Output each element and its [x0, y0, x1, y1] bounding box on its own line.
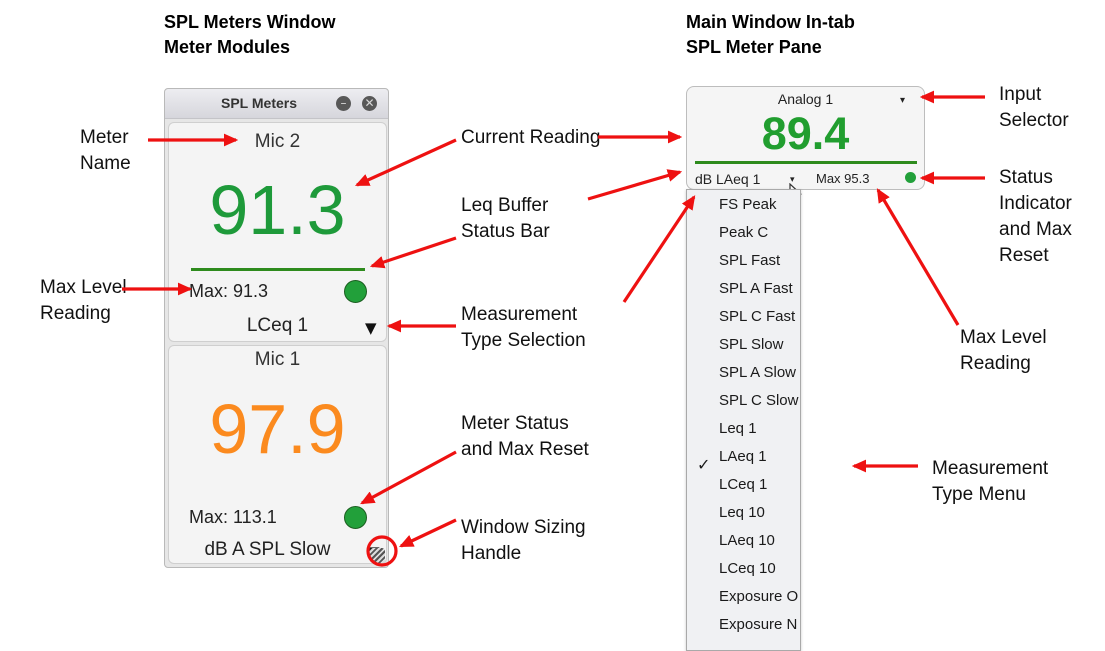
callout-input-selector: Input Selector	[999, 82, 1069, 134]
callout-line: Selector	[999, 110, 1069, 131]
callout-line: Max Level	[40, 277, 127, 298]
callout-line: Type Menu	[932, 484, 1026, 505]
measurement-type-menu: ✓ FS Peak Peak C SPL Fast SPL A Fast SPL…	[686, 189, 801, 651]
callout-line: Handle	[461, 543, 522, 564]
current-reading: 97.9	[209, 390, 346, 468]
callout-status-indicator: Status Indicator and Max Reset	[999, 165, 1072, 269]
callout-window-sizing: Window Sizing Handle	[461, 515, 586, 567]
callout-line: Reading	[40, 303, 111, 324]
leq-buffer-status-bar	[191, 268, 365, 271]
meter-name: Mic 1	[254, 349, 301, 370]
menu-item[interactable]: SPL C Fast	[719, 308, 795, 325]
max-level-reading: Max 95.3	[816, 171, 870, 186]
arrow-window-sizing	[398, 518, 457, 548]
menu-item[interactable]: LCeq 1	[719, 476, 767, 493]
meter-name: Mic 2	[254, 131, 301, 152]
menu-item[interactable]: Exposure N	[719, 616, 797, 633]
heading-line: Main Window In-tab	[686, 12, 855, 32]
max-level-reading: Max: 91.3	[189, 281, 269, 301]
callout-line: Window Sizing	[461, 517, 586, 538]
menu-item[interactable]: SPL C Slow	[719, 392, 798, 409]
measurement-type-selector[interactable]: LCeq 1	[169, 315, 386, 337]
meter-module: Mic 1 97.9 Max: 113.1 dB A SPL Slow ▼	[168, 345, 387, 564]
status-indicator-button[interactable]	[344, 506, 367, 529]
menu-item[interactable]: SPL A Slow	[719, 364, 796, 381]
callout-meter-status: Meter Status and Max Reset	[461, 411, 589, 463]
menu-item[interactable]: LCeq 10	[719, 560, 776, 577]
current-reading: 91.3	[209, 171, 346, 249]
callout-line: Max Level	[960, 327, 1047, 348]
arrow-max-level-right	[876, 188, 960, 326]
status-indicator-button[interactable]	[905, 172, 916, 183]
menu-item[interactable]: Peak C	[719, 224, 768, 241]
chevron-down-icon[interactable]: ▾	[900, 95, 905, 106]
callout-line: Input	[999, 84, 1042, 105]
max-level-reading: Max: 113.1	[189, 507, 277, 527]
meter-module: Mic 2 91.3 Max: 91.3 LCeq 1 ▼	[168, 122, 387, 342]
callout-line: Measurement	[932, 458, 1049, 479]
close-icon[interactable]: ✕	[362, 96, 377, 111]
arrow-measurement-type-selection-pane	[622, 195, 696, 303]
heading-line: Meter Modules	[164, 37, 291, 57]
heading-spl-meters-window: SPL Meters Window Meter Modules	[164, 10, 336, 60]
callout-measurement-type-selection: Measurement Type Selection	[461, 302, 586, 354]
callout-leq-buffer: Leq Buffer Status Bar	[461, 193, 550, 245]
window-titlebar[interactable]: SPL Meters – ✕	[165, 89, 388, 119]
callout-line: Measurement	[461, 304, 578, 325]
measurement-type-selector[interactable]: dB LAeq 1	[695, 171, 760, 187]
leq-buffer-status-bar	[695, 161, 917, 164]
callout-current-reading: Current Reading	[461, 125, 600, 151]
callout-meter-name: Meter Name	[80, 125, 131, 177]
callout-line: Reading	[960, 353, 1031, 374]
callout-line: Type Selection	[461, 330, 586, 351]
arrow-leq-buffer-pane	[587, 169, 683, 201]
menu-item[interactable]: LAeq 1	[719, 448, 767, 465]
callout-line: Reset	[999, 245, 1049, 266]
heading-line: SPL Meter Pane	[686, 37, 822, 57]
menu-item[interactable]: SPL Fast	[719, 252, 780, 269]
window-sizing-handle[interactable]	[370, 548, 385, 563]
callout-line: Indicator	[999, 193, 1072, 214]
checkmark-icon: ✓	[697, 455, 711, 474]
minimize-icon[interactable]: –	[336, 96, 351, 111]
callout-line: Meter Status	[461, 413, 569, 434]
callout-line: and Max Reset	[461, 439, 589, 460]
heading-in-tab-pane: Main Window In-tab SPL Meter Pane	[686, 10, 855, 60]
menu-item[interactable]: Leq 1	[719, 420, 757, 437]
callout-measurement-type-menu: Measurement Type Menu	[932, 456, 1048, 508]
callout-line: Status	[999, 167, 1053, 188]
callout-line: Current Reading	[461, 127, 601, 148]
callout-max-level-right: Max Level Reading	[960, 325, 1047, 377]
spl-meter-pane: Analog 1 ▾ 89.4 dB LAeq 1 ▾ Max 95.3	[686, 86, 925, 190]
menu-item[interactable]: Leq 10	[719, 504, 765, 521]
callout-line: and Max	[999, 219, 1072, 240]
menu-item[interactable]: FS Peak	[719, 196, 777, 213]
menu-item[interactable]: SPL A Fast	[719, 280, 793, 297]
spl-meters-window: SPL Meters – ✕ Mic 2 91.3 Max: 91.3 LCeq…	[164, 88, 389, 568]
status-indicator-button[interactable]	[344, 280, 367, 303]
callout-line: Status Bar	[461, 221, 550, 242]
chevron-down-icon[interactable]: ▼	[365, 319, 377, 337]
input-selector[interactable]: Analog 1	[687, 91, 924, 107]
callout-line: Name	[80, 153, 131, 174]
menu-item[interactable]: Exposure O	[719, 588, 798, 605]
measurement-type-selector[interactable]: dB A SPL Slow	[159, 539, 376, 561]
callout-line: Meter	[80, 127, 129, 148]
heading-line: SPL Meters Window	[164, 12, 336, 32]
window-title: SPL Meters	[221, 95, 297, 111]
menu-item[interactable]: SPL Slow	[719, 336, 783, 353]
menu-item[interactable]: LAeq 10	[719, 532, 775, 549]
callout-max-level-left: Max Level Reading	[40, 275, 127, 327]
callout-line: Leq Buffer	[461, 195, 549, 216]
current-reading: 89.4	[761, 108, 850, 159]
